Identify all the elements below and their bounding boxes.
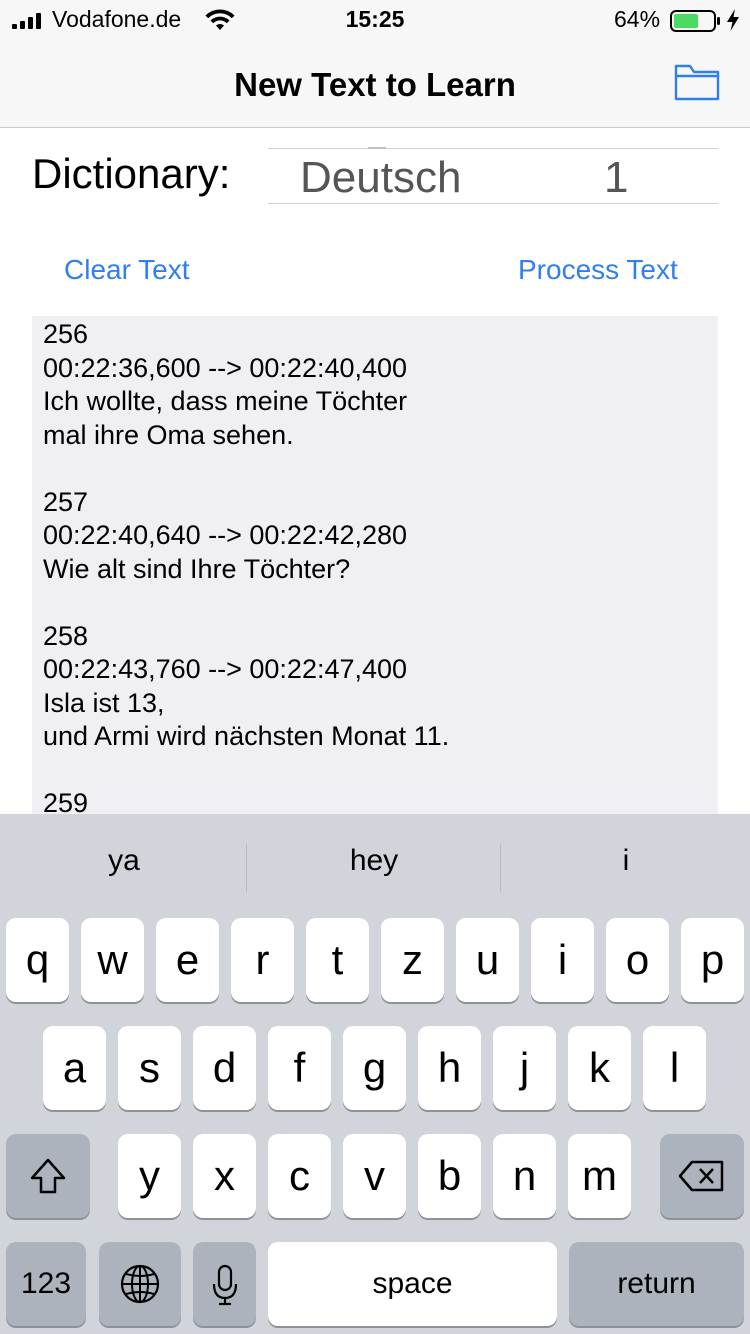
folder-icon[interactable] <box>674 62 720 102</box>
backspace-icon <box>678 1160 724 1192</box>
return-key[interactable]: return <box>569 1242 744 1326</box>
key-r[interactable]: r <box>231 918 294 1002</box>
key-w[interactable]: w <box>81 918 144 1002</box>
text-line <box>43 452 449 486</box>
suggestion-divider <box>500 844 501 892</box>
process-text-button[interactable]: Process Text <box>518 254 678 286</box>
shift-key[interactable] <box>6 1134 90 1218</box>
text-line: mal ihre Oma sehen. <box>43 419 294 450</box>
suggestion-3[interactable]: i <box>502 844 750 878</box>
key-o[interactable]: o <box>606 918 669 1002</box>
key-y[interactable]: y <box>118 1134 181 1218</box>
text-line: 00:22:40,640 --> 00:22:42,280 <box>43 520 408 550</box>
suggestion-divider <box>246 844 247 892</box>
backspace-key[interactable] <box>660 1134 744 1218</box>
key-c[interactable]: c <box>268 1134 331 1218</box>
globe-key[interactable] <box>99 1242 181 1326</box>
key-x[interactable]: x <box>193 1134 256 1218</box>
dictionary-label: Dictionary: <box>32 150 231 197</box>
key-t[interactable]: t <box>306 918 369 1002</box>
globe-icon <box>120 1264 160 1304</box>
key-l[interactable]: l <box>643 1026 706 1110</box>
key-j[interactable]: j <box>493 1026 556 1110</box>
key-e[interactable]: e <box>156 918 219 1002</box>
battery-percent: 64% <box>614 6 661 32</box>
clear-text-button[interactable]: Clear Text <box>64 254 190 286</box>
page-title: New Text to Learn <box>234 66 516 103</box>
status-bar: Vodafone.de 15:25 64% <box>0 0 750 40</box>
picker-number-value[interactable]: 1 <box>604 153 628 203</box>
key-i[interactable]: i <box>531 918 594 1002</box>
picker-indicator <box>368 147 386 149</box>
text-line <box>43 586 449 620</box>
key-b[interactable]: b <box>418 1134 481 1218</box>
key-k[interactable]: k <box>568 1026 631 1110</box>
text-line: 259 <box>43 788 89 814</box>
key-s[interactable]: s <box>118 1026 181 1110</box>
text-line: 257 <box>43 486 89 517</box>
microphone-icon <box>212 1264 237 1306</box>
text-line: 00:22:43,760 --> 00:22:47,400 <box>43 654 408 684</box>
text-line: Isla ist 13, <box>43 687 165 718</box>
key-d[interactable]: d <box>193 1026 256 1110</box>
key-h[interactable]: h <box>418 1026 481 1110</box>
charging-bolt-icon <box>727 9 739 31</box>
key-v[interactable]: v <box>343 1134 406 1218</box>
text-line: 00:22:36,600 --> 00:22:40,400 <box>43 352 408 383</box>
numbers-key[interactable]: 123 <box>6 1242 86 1326</box>
key-z[interactable]: z <box>381 918 444 1002</box>
text-line <box>43 754 449 788</box>
key-q[interactable]: q <box>6 918 69 1002</box>
text-line: 256 <box>43 319 89 349</box>
key-m[interactable]: m <box>568 1134 631 1218</box>
key-n[interactable]: n <box>493 1134 556 1218</box>
keyboard: ya hey i qwertzuiop asdfghjkl yxcvbnm 12… <box>0 814 750 1334</box>
picker-language-value[interactable]: Deutsch <box>300 153 461 203</box>
suggestion-2[interactable]: hey <box>250 844 498 878</box>
space-key[interactable]: space <box>268 1242 557 1326</box>
text-line: Wie alt sind Ihre Töchter? <box>43 553 351 584</box>
navigation-bar: New Text to Learn <box>0 40 750 128</box>
key-u[interactable]: u <box>456 918 519 1002</box>
text-line: Ich wollte, dass meine Töchter <box>43 386 408 416</box>
key-f[interactable]: f <box>268 1026 331 1110</box>
key-g[interactable]: g <box>343 1026 406 1110</box>
dictation-key[interactable] <box>193 1242 256 1326</box>
dictionary-picker[interactable]: Deutsch 1 <box>268 147 718 204</box>
key-a[interactable]: a <box>43 1026 106 1110</box>
text-content: 256 00:22:36,600 --> 00:22:40,400 Ich woll… <box>43 318 449 814</box>
battery-icon <box>670 10 720 32</box>
key-p[interactable]: p <box>681 918 744 1002</box>
text-line: 258 <box>43 620 89 651</box>
shift-icon <box>30 1158 66 1194</box>
text-line: und Armi wird nächsten Monat 11. <box>43 721 450 751</box>
suggestion-1[interactable]: ya <box>0 844 248 878</box>
text-input-area[interactable]: 256 00:22:36,600 --> 00:22:40,400 Ich woll… <box>32 316 718 814</box>
